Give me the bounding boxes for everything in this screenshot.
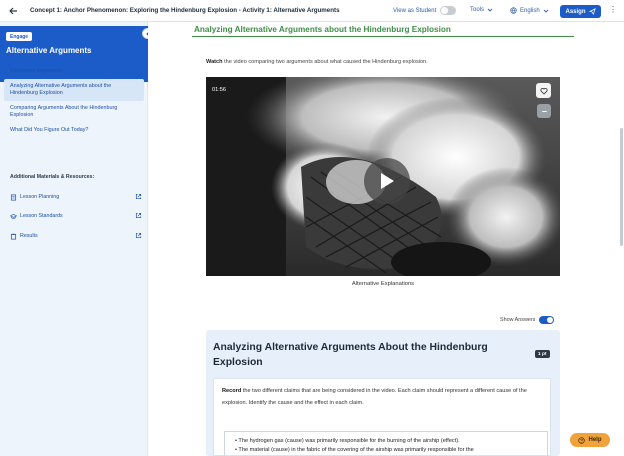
sidebar-nav: Alternative Arguments Analyzing Alternat… [0, 64, 148, 138]
language-label: English [520, 7, 540, 14]
title-divider [192, 36, 574, 37]
document-icon [10, 194, 17, 201]
toggle-switch[interactable] [539, 316, 555, 324]
lesson-standards-label: Lesson Standards [20, 213, 63, 219]
minimize-button[interactable] [537, 104, 551, 118]
engage-badge: Engage [6, 32, 33, 41]
clipboard-icon [10, 233, 17, 240]
lesson-planning-label: Lesson Planning [20, 194, 60, 200]
minus-icon [541, 110, 547, 112]
help-icon [578, 436, 586, 444]
external-link-icon [135, 193, 142, 200]
show-answers-label: Show Answers [500, 317, 536, 323]
list-item: The material (cause) in the fabric of th… [235, 446, 543, 455]
heart-icon [539, 87, 548, 95]
globe-icon [510, 7, 517, 14]
results-label: Results [20, 233, 38, 239]
watch-instruction: Watch the video comparing two arguments … [206, 59, 428, 65]
question-prompt-box: Record the two different claims that are… [213, 378, 551, 456]
resources-heading: Additional Materials & Resources: [10, 174, 95, 180]
sidebar-item-lesson-planning[interactable]: Lesson Planning [10, 192, 142, 202]
answer-list: The hydrogen gas (cause) was primarily r… [235, 437, 543, 455]
help-label: Help [588, 437, 602, 443]
sidebar-item-what-did-you-figure-out[interactable]: What Did You Figure Out Today? [0, 123, 148, 138]
tools-label: Tools [470, 7, 485, 13]
view-as-student-label: View as Student [393, 7, 437, 14]
answer-box[interactable]: The hydrogen gas (cause) was primarily r… [224, 431, 548, 456]
graduation-cap-icon [10, 213, 17, 220]
favorite-button[interactable] [536, 83, 551, 98]
help-button[interactable]: Help [570, 433, 610, 447]
question-title: Analyzing Alternative Arguments About th… [213, 342, 488, 368]
tools-menu[interactable]: Tools [470, 7, 493, 13]
play-icon [381, 173, 394, 189]
chevron-down-icon [487, 8, 493, 12]
send-icon [588, 8, 596, 15]
sidebar-item-comparing-arguments[interactable]: Comparing Arguments About the Hindenburg… [0, 101, 148, 123]
video-player[interactable]: 01:56 [206, 77, 560, 276]
list-item: The hydrogen gas (cause) was primarily r… [235, 437, 543, 446]
assign-button[interactable]: Assign [560, 5, 601, 18]
external-link-icon [135, 232, 142, 239]
language-selector[interactable]: English [510, 7, 549, 14]
more-options-icon[interactable]: ⋮ [609, 5, 617, 14]
breadcrumb: Concept 1: Anchor Phenomenon: Exploring … [30, 7, 340, 14]
points-badge: 1 pt [535, 350, 550, 358]
prompt-text: the two different claims that are being … [222, 388, 527, 406]
play-button[interactable] [364, 158, 410, 204]
sidebar-item-lesson-standards[interactable]: Lesson Standards [10, 211, 142, 221]
sidebar-item-alternative-arguments[interactable]: Alternative Arguments [0, 64, 148, 79]
top-bar: Concept 1: Anchor Phenomenon: Exploring … [0, 0, 624, 22]
assign-label: Assign [565, 8, 586, 15]
chevron-down-icon [543, 9, 549, 13]
prompt-bold: Record [222, 388, 242, 394]
sidebar-title: Alternative Arguments [6, 46, 92, 55]
video-caption: Alternative Explanations [351, 281, 415, 287]
watch-bold: Watch [206, 59, 223, 65]
watch-text: the video comparing two arguments about … [222, 59, 428, 65]
toggle-switch[interactable] [440, 6, 457, 15]
sidebar-item-results[interactable]: Results [10, 231, 142, 241]
question-panel: Analyzing Alternative Arguments About th… [206, 330, 560, 456]
view-as-student-toggle[interactable]: View as Student [393, 6, 457, 15]
external-link-icon [135, 212, 142, 219]
sidebar-item-analyzing-alternative-arguments[interactable]: Analyzing Alternative Arguments about th… [4, 79, 144, 101]
show-answers-toggle[interactable]: Show Answers [500, 316, 555, 324]
question-prompt: Record the two different claims that are… [222, 385, 540, 409]
main-content: Analyzing Alternative Arguments about th… [148, 22, 624, 456]
scrollbar[interactable] [620, 128, 623, 246]
video-timestamp: 01:56 [212, 87, 226, 93]
sidebar: Engage Alternative Arguments Alternative… [0, 22, 153, 456]
page-title: Analyzing Alternative Arguments about th… [194, 25, 451, 34]
back-arrow-icon[interactable] [8, 6, 18, 16]
